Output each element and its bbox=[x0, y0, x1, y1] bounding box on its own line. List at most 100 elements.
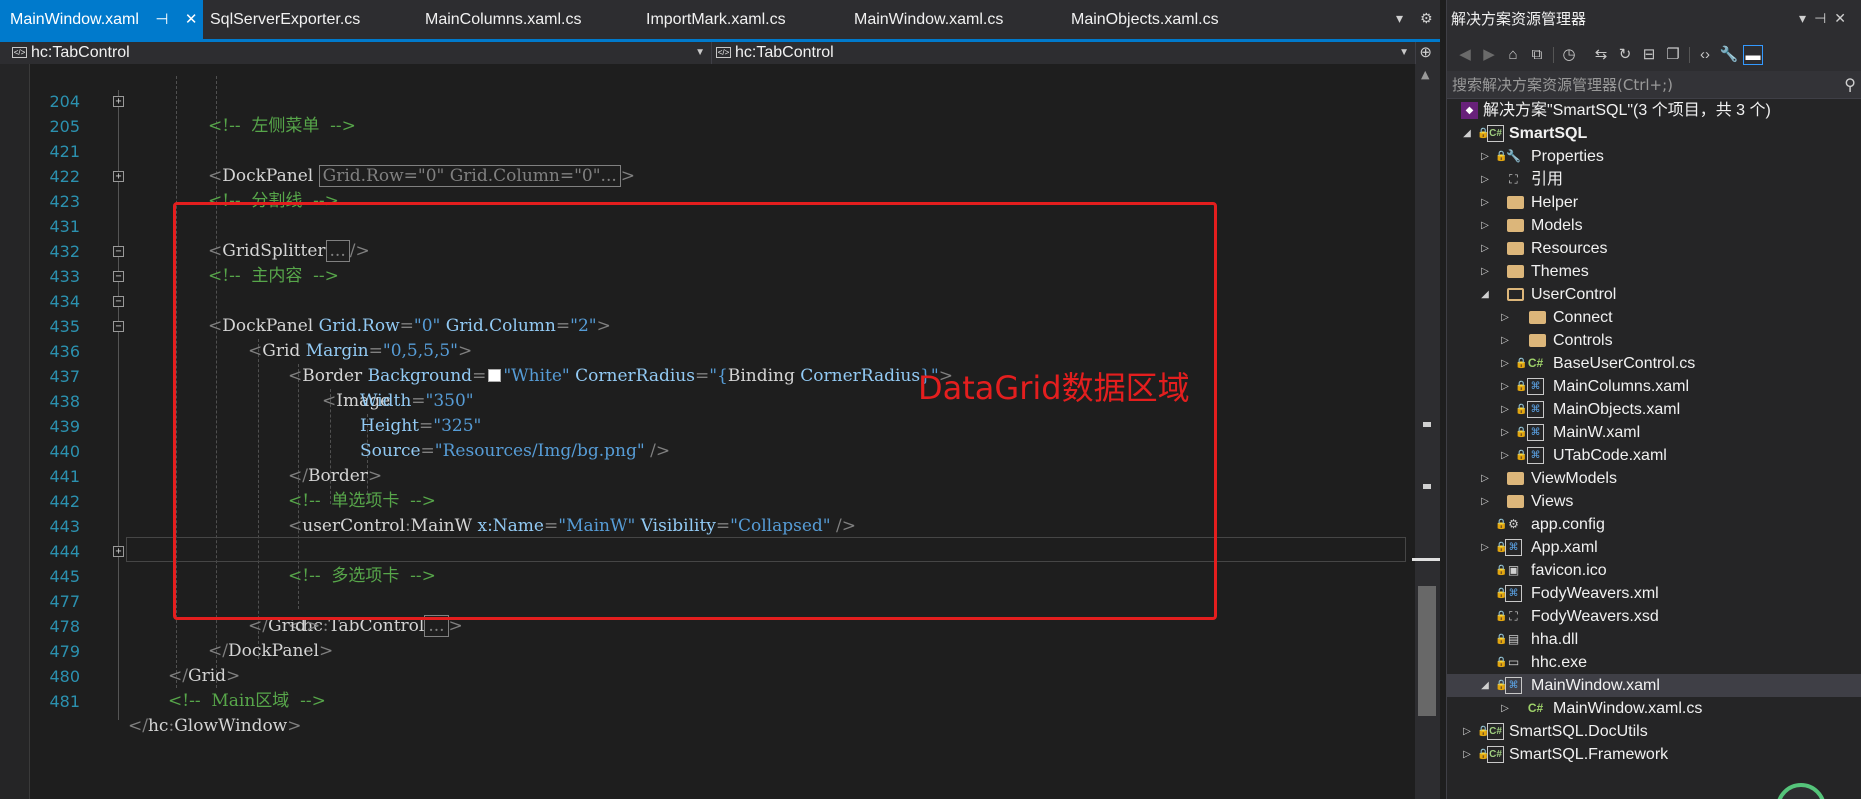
tree-node-file[interactable]: ▷ 🔒 ⌘ UTabCode.xaml bbox=[1447, 444, 1861, 467]
expand-arrow-icon[interactable]: ▷ bbox=[1479, 145, 1491, 168]
element-combo-left[interactable]: </> hc:TabControl ▼ bbox=[0, 42, 712, 64]
sync-icon[interactable]: ⇆ bbox=[1591, 45, 1611, 65]
show-all-files-icon[interactable]: ❐ bbox=[1663, 45, 1683, 65]
tab-mainobjects-xaml-cs[interactable]: MainObjects.xaml.cs bbox=[1071, 0, 1219, 39]
fold-collapse-icon[interactable]: − bbox=[113, 271, 124, 282]
fold-collapse-icon[interactable]: − bbox=[113, 296, 124, 307]
tab-maincolumns-xaml-cs[interactable]: MainColumns.xaml.cs bbox=[425, 0, 581, 39]
tree-node-project[interactable]: ◢ 🔒 C# SmartSQL bbox=[1447, 122, 1861, 145]
tree-node-folder[interactable]: ▷ Themes bbox=[1447, 260, 1861, 283]
tab-mainwindow-xaml-cs[interactable]: MainWindow.xaml.cs bbox=[854, 0, 1003, 39]
home-icon[interactable]: ⌂ bbox=[1503, 45, 1523, 65]
expand-arrow-icon[interactable]: ▷ bbox=[1499, 352, 1511, 375]
collapse-arrow-icon[interactable]: ◢ bbox=[1479, 283, 1491, 306]
tab-sqlserverexporter-cs[interactable]: SqlServerExporter.cs bbox=[210, 0, 360, 39]
code-line[interactable]: 423 + <GridSplitter.../> bbox=[30, 164, 1410, 262]
collapse-arrow-icon[interactable]: ◢ bbox=[1461, 122, 1473, 145]
element-combo-right[interactable]: </> hc:TabControl ▼ bbox=[712, 42, 1416, 64]
code-line[interactable]: 422 <!-- 分割线 --> bbox=[30, 139, 1410, 211]
tree-node-folder[interactable]: ▷ Models bbox=[1447, 214, 1861, 237]
scroll-up-icon[interactable]: ▲ bbox=[1421, 68, 1429, 81]
code-text: </hc:GlowWindow> bbox=[128, 716, 302, 736]
back-icon[interactable]: ◀ bbox=[1455, 45, 1475, 65]
close-icon[interactable]: ✕ bbox=[1834, 11, 1854, 27]
tree-node-folder[interactable]: ▷ Controls bbox=[1447, 329, 1861, 352]
expand-arrow-icon[interactable]: ▷ bbox=[1479, 536, 1491, 559]
tree-node-file[interactable]: ▷ 🔒 ⌘ MainW.xaml bbox=[1447, 421, 1861, 444]
fold-expand-icon[interactable]: + bbox=[113, 171, 124, 182]
gear-icon[interactable]: ⚙ bbox=[1420, 0, 1433, 39]
tree-node-file[interactable]: ▷ 🔒 C# BaseUserControl.cs bbox=[1447, 352, 1861, 375]
tree-node-file[interactable]: 🔒 ▤ hha.dll bbox=[1447, 628, 1861, 651]
code-line[interactable]: 481 </hc:GlowWindow> bbox=[30, 664, 1410, 736]
tree-node-folder[interactable]: ▷ Views bbox=[1447, 490, 1861, 513]
pending-changes-filter-icon[interactable]: ◷ bbox=[1559, 45, 1579, 65]
tree-node-file[interactable]: 🔒 ▭ hhc.exe bbox=[1447, 651, 1861, 674]
close-icon[interactable]: ✕ bbox=[185, 0, 198, 39]
wrench-icon[interactable]: 🔧 bbox=[1719, 45, 1739, 65]
expand-arrow-icon[interactable]: ▷ bbox=[1499, 398, 1511, 421]
tree-node-references[interactable]: ▷ ⛶ 引用 bbox=[1447, 168, 1861, 191]
tree-node-project[interactable]: ▷ 🔒 C# SmartSQL.Framework bbox=[1447, 743, 1861, 766]
switch-views-icon[interactable]: ⧉ bbox=[1527, 45, 1547, 65]
tree-node-solution[interactable]: ◆ 解决方案"SmartSQL"(3 个项目，共 3 个) bbox=[1447, 99, 1861, 122]
expand-arrow-icon[interactable]: ▷ bbox=[1479, 260, 1491, 283]
expand-arrow-icon[interactable]: ▷ bbox=[1499, 329, 1511, 352]
expand-arrow-icon[interactable]: ▷ bbox=[1499, 444, 1511, 467]
tree-node-file[interactable]: 🔒 ⚙ app.config bbox=[1447, 513, 1861, 536]
expand-arrow-icon[interactable]: ▷ bbox=[1461, 720, 1473, 743]
expand-arrow-icon[interactable]: ▷ bbox=[1479, 191, 1491, 214]
tree-node-folder[interactable]: ▷ Helper bbox=[1447, 191, 1861, 214]
expand-arrow-icon[interactable]: ▷ bbox=[1499, 697, 1511, 720]
tree-node-file[interactable]: 🔒 ⛶ FodyWeavers.xsd bbox=[1447, 605, 1861, 628]
scrollbar-thumb[interactable] bbox=[1418, 586, 1436, 716]
pin-icon[interactable]: ⊣ bbox=[1814, 11, 1834, 27]
search-icon[interactable]: ⚲ bbox=[1844, 71, 1856, 99]
expand-arrow-icon[interactable]: ▷ bbox=[1479, 467, 1491, 490]
code-line[interactable]: 205 + <DockPanel Grid.Row="0" Grid.Colum… bbox=[30, 89, 1410, 187]
collapse-arrow-icon[interactable]: ◢ bbox=[1479, 674, 1491, 697]
fold-collapse-icon[interactable]: − bbox=[113, 246, 124, 257]
expand-arrow-icon[interactable]: ▷ bbox=[1479, 214, 1491, 237]
forward-icon[interactable]: ▶ bbox=[1479, 45, 1499, 65]
expand-arrow-icon[interactable]: ▷ bbox=[1499, 421, 1511, 444]
tab-overflow-dropdown-icon[interactable]: ▾ bbox=[1396, 0, 1403, 39]
tree-node-file-selected[interactable]: ◢ 🔒 ⌘ MainWindow.xaml bbox=[1447, 674, 1861, 697]
expand-arrow-icon[interactable]: ▷ bbox=[1479, 168, 1491, 191]
preview-selected-items-icon[interactable]: ▬ bbox=[1743, 45, 1763, 65]
tree-node-properties[interactable]: ▷ 🔒 🔧 Properties bbox=[1447, 145, 1861, 168]
tree-node-file[interactable]: ▷ C# MainWindow.xaml.cs bbox=[1447, 697, 1861, 720]
tab-mainwindow-xaml[interactable]: MainWindow.xaml ⊣ ✕ bbox=[0, 0, 203, 39]
code-line[interactable]: 204 <!-- 左侧菜单 --> bbox=[30, 64, 1410, 136]
search-input[interactable]: 搜索解决方案资源管理器(Ctrl+;) ⚲ bbox=[1447, 71, 1861, 99]
fold-expand-icon[interactable]: + bbox=[113, 96, 124, 107]
tree-node-project[interactable]: ▷ 🔒 C# SmartSQL.DocUtils bbox=[1447, 720, 1861, 743]
code-line[interactable]: 480 <!-- Main区域 --> bbox=[30, 639, 1410, 711]
pin-icon[interactable]: ⊣ bbox=[155, 0, 168, 39]
tree-node-file[interactable]: ▷ 🔒 ⌘ MainObjects.xaml bbox=[1447, 398, 1861, 421]
tree-node-file[interactable]: ▷ 🔒 ⌘ App.xaml bbox=[1447, 536, 1861, 559]
fold-collapse-icon[interactable]: − bbox=[113, 321, 124, 332]
tree-node-file[interactable]: 🔒 ⌘ FodyWeavers.xml bbox=[1447, 582, 1861, 605]
collapse-all-icon[interactable]: ⊟ bbox=[1639, 45, 1659, 65]
tree-node-file[interactable]: 🔒 ▣ favicon.ico bbox=[1447, 559, 1861, 582]
tree-node-folder-open[interactable]: ◢ UserControl bbox=[1447, 283, 1861, 306]
fold-expand-icon[interactable]: + bbox=[113, 546, 124, 557]
tab-importmark-xaml-cs[interactable]: ImportMark.xaml.cs bbox=[646, 0, 786, 39]
code-line[interactable]: 421 bbox=[30, 114, 1410, 161]
tree-node-file[interactable]: ▷ 🔒 ⌘ MainColumns.xaml bbox=[1447, 375, 1861, 398]
code-editor[interactable]: MainWindow.xaml ⊣ ✕ SqlServerExporter.cs… bbox=[0, 0, 1440, 799]
tree-node-folder[interactable]: ▷ Connect bbox=[1447, 306, 1861, 329]
expand-arrow-icon[interactable]: ▷ bbox=[1479, 490, 1491, 513]
expand-arrow-icon[interactable]: ▷ bbox=[1461, 743, 1473, 766]
expand-arrow-icon[interactable]: ▷ bbox=[1499, 375, 1511, 398]
refresh-icon[interactable]: ↻ bbox=[1615, 45, 1635, 65]
expand-arrow-icon[interactable]: ▷ bbox=[1479, 237, 1491, 260]
split-view-icon[interactable]: ⊕ bbox=[1419, 42, 1432, 64]
view-code-icon[interactable]: ‹› bbox=[1695, 45, 1715, 65]
dropdown-icon[interactable]: ▾ bbox=[1799, 11, 1814, 27]
expand-arrow-icon[interactable]: ▷ bbox=[1499, 306, 1511, 329]
vertical-scrollbar[interactable]: ▲ bbox=[1415, 64, 1440, 799]
tree-node-folder[interactable]: ▷ Resources bbox=[1447, 237, 1861, 260]
tree-node-folder[interactable]: ▷ ViewModels bbox=[1447, 467, 1861, 490]
